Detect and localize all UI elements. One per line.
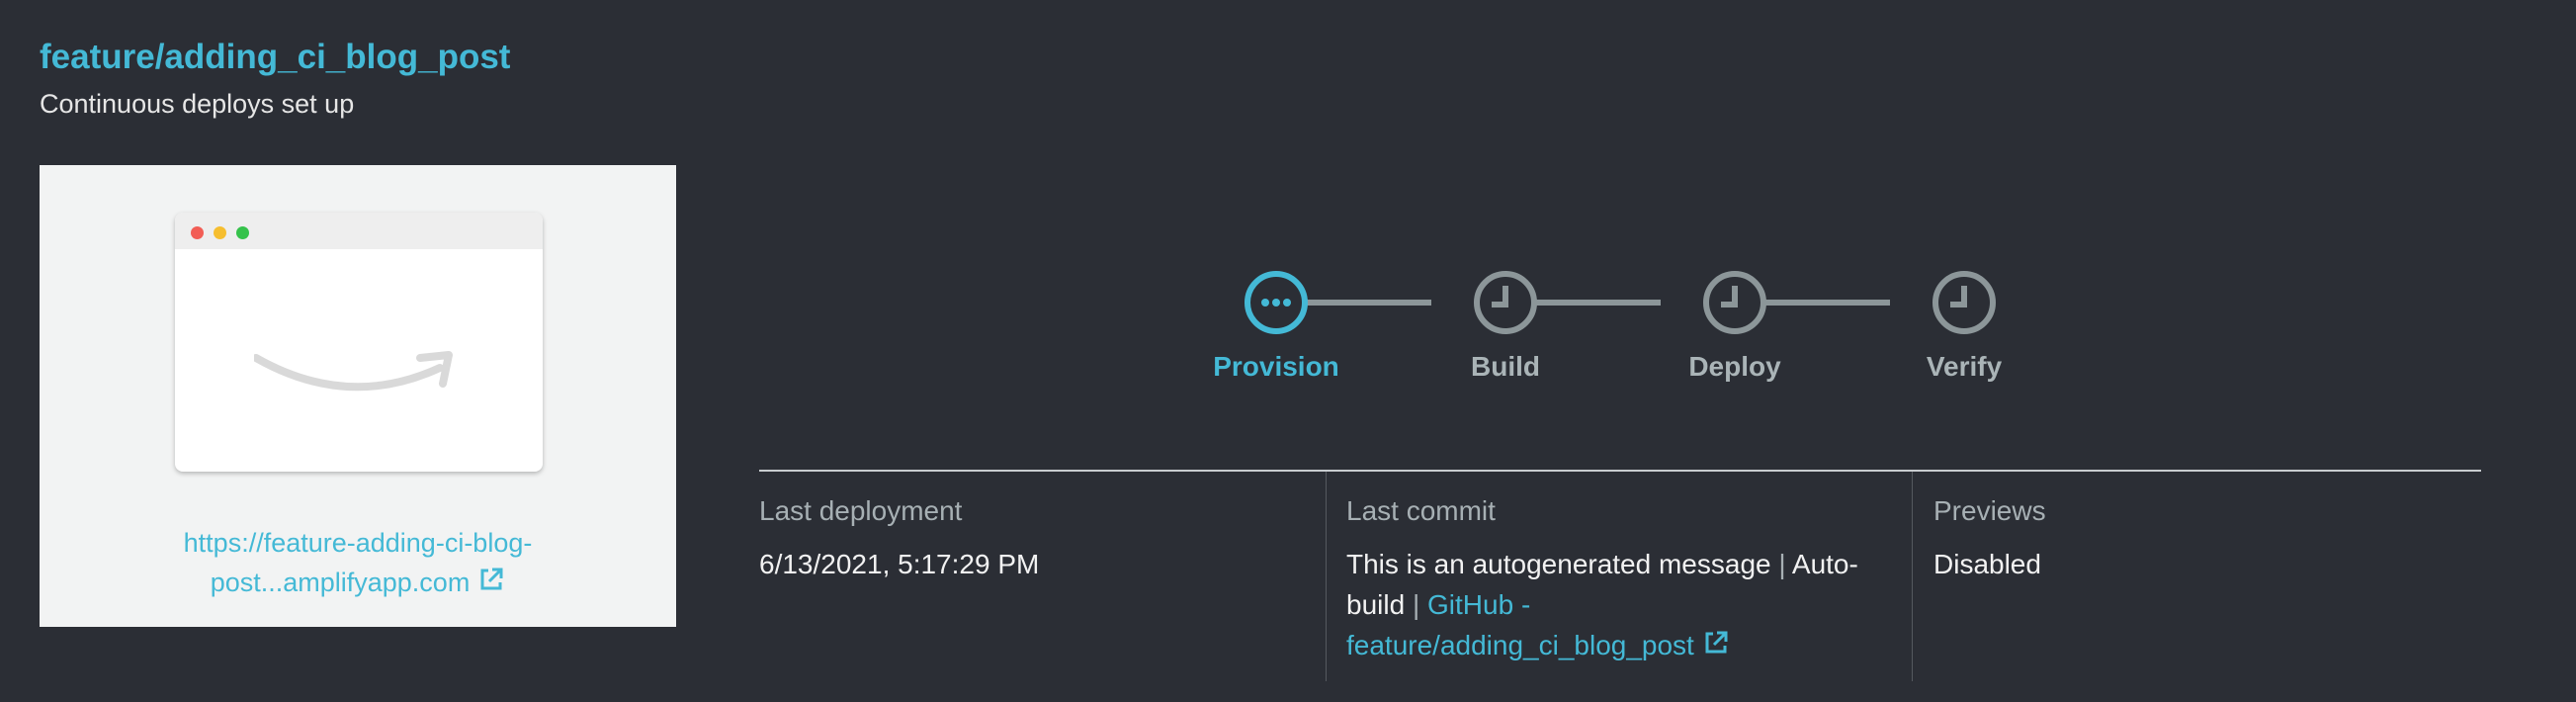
clock-icon [1474, 271, 1537, 334]
preview-url-link[interactable]: https://feature-adding-ci-blog- post...a… [40, 523, 676, 604]
column-separator [1912, 472, 1913, 681]
step-verify: Verify [1865, 267, 2063, 383]
in-progress-icon [1245, 271, 1308, 334]
step-build: Build [1407, 267, 1604, 383]
browser-titlebar [175, 213, 543, 249]
window-close-dot [191, 226, 204, 239]
external-link-icon [477, 565, 505, 604]
last-deployment-value: 6/13/2021, 5:17:29 PM [759, 549, 1040, 579]
github-branch-link[interactable]: feature/adding_ci_blog_post [1346, 630, 1694, 660]
window-maximize-dot [236, 226, 249, 239]
deployment-stepper: Provision Build Deploy Verify [1186, 267, 2076, 386]
window-minimize-dot [214, 226, 226, 239]
step-provision: Provision [1177, 267, 1375, 383]
preview-card: https://feature-adding-ci-blog- post...a… [40, 165, 676, 627]
step-label: Deploy [1688, 351, 1781, 382]
column-separator [1326, 472, 1327, 681]
step-label: Verify [1926, 351, 2003, 382]
last-deployment-label: Last deployment [759, 495, 963, 526]
step-label: Provision [1213, 351, 1339, 382]
last-deployment-column: Last deployment 6/13/2021, 5:17:29 PM [759, 472, 1313, 679]
commit-message: This is an autogenerated message [1346, 549, 1771, 579]
site-thumbnail [175, 213, 543, 472]
clock-icon [1932, 271, 1996, 334]
branch-title[interactable]: feature/adding_ci_blog_post [40, 38, 510, 77]
last-commit-label: Last commit [1346, 495, 1496, 526]
commit-separator: | [1778, 549, 1786, 579]
last-commit-value: This is an autogenerated message | Auto-… [1346, 544, 1880, 667]
previews-column: Previews Disabled [1933, 472, 2467, 679]
previews-value: Disabled [1933, 549, 2041, 579]
amazon-smile-icon [254, 351, 453, 392]
branch-status: Continuous deploys set up [40, 89, 355, 119]
external-link-icon [1702, 627, 1730, 667]
preview-url-line2: post...amplifyapp.com [210, 568, 471, 597]
preview-url-line1: https://feature-adding-ci-blog- [183, 528, 533, 558]
step-label: Build [1471, 351, 1540, 382]
last-commit-column: Last commit This is an autogenerated mes… [1346, 472, 1880, 679]
step-deploy: Deploy [1636, 267, 1834, 383]
clock-icon [1703, 271, 1766, 334]
previews-label: Previews [1933, 495, 2046, 526]
github-commit-link[interactable]: GitHub - [1427, 589, 1530, 620]
commit-separator: | [1412, 589, 1420, 620]
